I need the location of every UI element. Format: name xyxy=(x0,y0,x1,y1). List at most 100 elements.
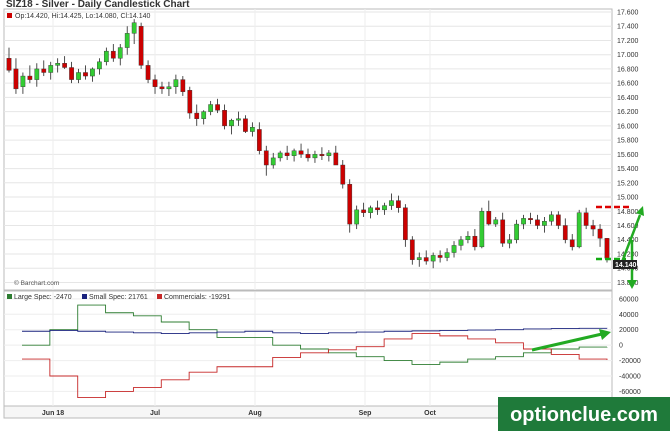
date-tick-label: Jul xyxy=(150,410,160,417)
candle-body xyxy=(284,152,290,156)
price-tick-label: 17.200 xyxy=(617,38,639,45)
candle-body xyxy=(437,255,443,258)
candle-body xyxy=(229,119,234,127)
price-tick-label: 14.400 xyxy=(617,237,639,244)
candle-body xyxy=(6,58,12,71)
candle-body xyxy=(83,72,88,77)
candle-body xyxy=(444,252,450,258)
price-tick-label: 15.600 xyxy=(617,152,639,159)
price-tick-label: 14.800 xyxy=(617,209,639,216)
candle-body xyxy=(97,61,102,70)
date-tick-label: Aug xyxy=(248,410,262,417)
candle-body xyxy=(493,219,499,225)
candle-body xyxy=(305,154,311,159)
candle-body xyxy=(479,211,485,248)
candle-body xyxy=(20,75,26,87)
candle-body xyxy=(458,239,464,246)
candle-body xyxy=(55,63,61,66)
candle-body xyxy=(173,79,179,87)
cot-panel-frame xyxy=(3,290,613,407)
candle-body xyxy=(62,63,67,68)
candle-body xyxy=(152,79,158,87)
cot-tick-label: 60000 xyxy=(619,296,639,303)
date-tick-label: Sep xyxy=(359,410,372,417)
ohlc-info: Op:14.420, Hi:14.425, Lo:14.080, Cl:14.1… xyxy=(15,13,151,20)
candle-body xyxy=(472,235,478,248)
chart-title: SIZ18 - Silver - Daily Candlestick Chart xyxy=(6,0,190,10)
candle-body xyxy=(138,26,144,66)
price-tick-label: 16.800 xyxy=(617,66,639,73)
candle-body xyxy=(368,207,373,213)
candle-body xyxy=(124,33,130,48)
candle-body xyxy=(256,129,262,151)
candle-body xyxy=(41,68,47,73)
candle-body xyxy=(34,68,40,80)
cot-axis: 60000 40000 20000 0 -20000 -40000 -60000 xyxy=(619,296,641,396)
candle-body xyxy=(528,218,533,221)
candle-body xyxy=(340,164,346,185)
candle-body xyxy=(402,207,408,240)
candle-body xyxy=(90,68,95,77)
candle-body xyxy=(347,184,353,225)
price-tick-label: 15.200 xyxy=(617,180,639,187)
candle-body xyxy=(333,152,339,166)
candle-body xyxy=(208,104,214,112)
barchart-credit: © Barchart.com xyxy=(14,279,59,287)
price-tick-label: 16.000 xyxy=(617,123,639,130)
candle-body xyxy=(521,218,526,225)
candle-body xyxy=(13,68,19,90)
candle-body xyxy=(298,150,304,155)
candle-body xyxy=(416,257,422,260)
last-price-label: 14.140 xyxy=(615,262,637,269)
date-tick-label: Oct xyxy=(424,410,436,417)
chart-root: 17.600 17.400 17.200 17.000 16.800 16.600 16.4… xyxy=(0,0,670,431)
candle-body xyxy=(409,239,415,260)
candle-body xyxy=(159,86,165,90)
cot-tick-label: 40000 xyxy=(619,312,639,319)
legend-swatch xyxy=(157,294,162,299)
candle-body xyxy=(562,225,568,240)
candle-body xyxy=(180,79,186,92)
candle-body xyxy=(451,245,457,253)
watermark-text: optionclue.com xyxy=(510,404,658,426)
price-tick-label: 17.000 xyxy=(617,52,639,59)
candle-body xyxy=(250,127,255,132)
candle-body xyxy=(312,154,318,159)
candle-body xyxy=(354,209,360,225)
candle-body xyxy=(76,72,81,80)
candle-body xyxy=(604,238,610,259)
price-tick-label: 14.200 xyxy=(617,251,639,258)
candle-body xyxy=(166,86,172,90)
price-tick-label: 16.200 xyxy=(617,109,639,116)
legend-label: Large Spec: -2470 xyxy=(14,294,72,301)
chart-canvas: 17.600 17.400 17.200 17.000 16.800 16.600 16.4… xyxy=(3,0,670,431)
candle-body xyxy=(243,118,248,132)
legend-swatch xyxy=(7,294,12,299)
date-tick-label: Jun 18 xyxy=(42,410,64,417)
cot-tick-label: -20000 xyxy=(619,358,641,365)
price-tick-label: 16.400 xyxy=(617,95,639,102)
candle-body xyxy=(236,118,241,121)
cot-tick-label: -60000 xyxy=(619,389,641,396)
candle-body xyxy=(27,75,33,80)
cot-legend: Large Spec: -2470 Small Spec: 21761 Commer… xyxy=(7,294,231,301)
candle-body xyxy=(382,205,387,211)
cot-tick-label: 0 xyxy=(619,343,623,350)
candle-body xyxy=(131,22,137,34)
candle-body xyxy=(507,239,513,244)
candle-body xyxy=(361,209,366,213)
legend-label: Commercials: -19291 xyxy=(164,294,231,301)
candle-body xyxy=(535,219,540,226)
candle-body xyxy=(103,50,109,63)
price-tick-label: 17.400 xyxy=(617,24,639,31)
candle-body xyxy=(215,104,220,111)
candle-body xyxy=(291,150,297,156)
candle-body xyxy=(542,221,547,226)
candle-body xyxy=(69,67,74,80)
candle-body xyxy=(389,200,394,206)
price-tick-label: 15.000 xyxy=(617,195,639,202)
candle-body xyxy=(569,239,575,248)
candle-body xyxy=(465,235,471,240)
candle-body xyxy=(423,257,429,262)
price-tick-label: 15.800 xyxy=(617,138,639,145)
